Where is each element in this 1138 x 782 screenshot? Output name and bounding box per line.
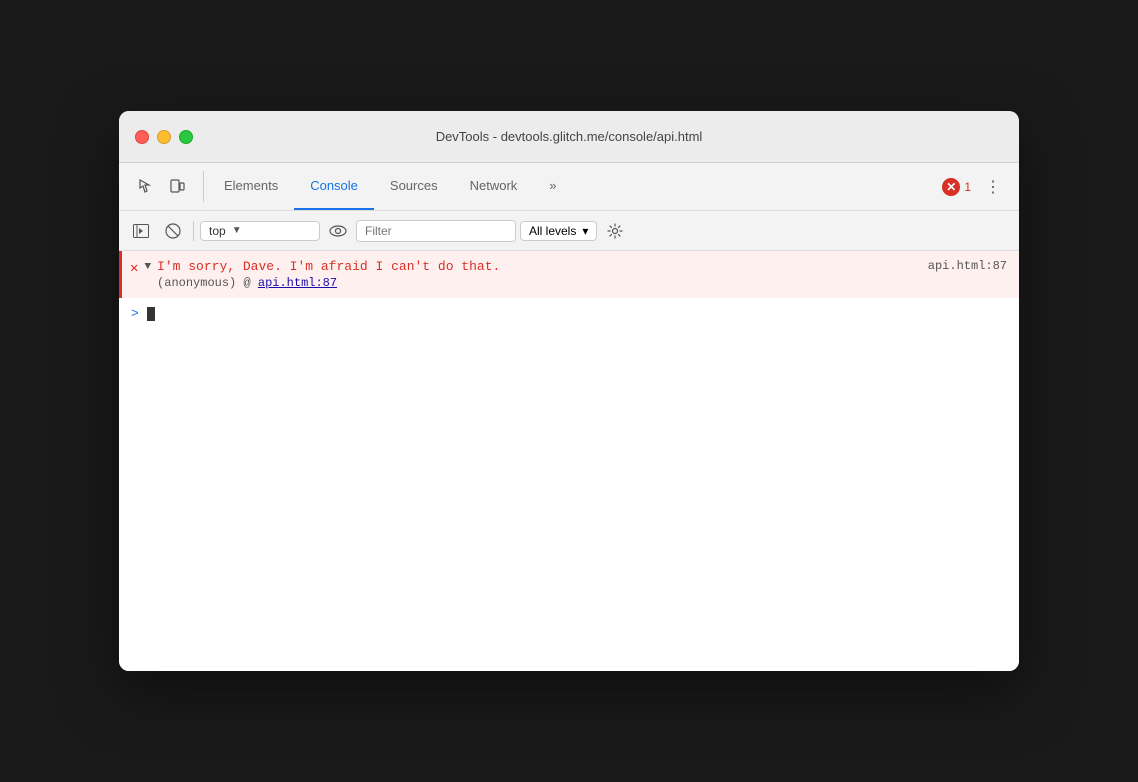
window-title: DevTools - devtools.glitch.me/console/ap… [436, 129, 703, 144]
tabs-bar: Elements Console Sources Network » ✕ 1 [119, 163, 1019, 211]
close-button[interactable] [135, 130, 149, 144]
more-tabs-icon: » [549, 178, 556, 193]
sidebar-toggle-button[interactable] [127, 217, 155, 245]
context-value: top [209, 224, 226, 238]
tab-network[interactable]: Network [454, 163, 534, 210]
more-options-button[interactable]: ⋮ [979, 173, 1007, 201]
filter-input[interactable] [356, 220, 516, 242]
console-content: ✕ ▼ api.html:87 I'm sorry, Dave. I'm afr… [119, 251, 1019, 671]
console-error-entry: ✕ ▼ api.html:87 I'm sorry, Dave. I'm afr… [119, 251, 1019, 298]
error-message: I'm sorry, Dave. I'm afraid I can't do t… [157, 259, 500, 274]
minimize-button[interactable] [157, 130, 171, 144]
error-body: api.html:87 I'm sorry, Dave. I'm afraid … [157, 259, 1007, 290]
console-prompt: > [131, 306, 139, 321]
tab-more[interactable]: » [533, 163, 572, 210]
error-badge-icon: ✕ [942, 178, 960, 196]
title-bar: DevTools - devtools.glitch.me/console/ap… [119, 111, 1019, 163]
context-selector[interactable]: top ▼ [200, 221, 320, 241]
toolbar-divider-1 [193, 221, 194, 241]
error-stack-link[interactable]: api.html:87 [258, 276, 337, 290]
tabs-right: ✕ 1 ⋮ [934, 163, 1015, 210]
error-entry-icon: ✕ [130, 260, 138, 277]
clear-console-button[interactable] [159, 217, 187, 245]
log-levels-selector[interactable]: All levels ▾ [520, 221, 597, 241]
inspect-element-button[interactable] [131, 173, 159, 201]
device-toggle-button[interactable] [163, 173, 191, 201]
error-stack: (anonymous) @ api.html:87 [157, 276, 1007, 290]
levels-label: All levels [529, 224, 576, 238]
error-expand-icon[interactable]: ▼ [144, 261, 151, 273]
tab-icons [123, 163, 199, 210]
tab-sources[interactable]: Sources [374, 163, 454, 210]
console-toolbar: top ▼ All levels ▾ [119, 211, 1019, 251]
console-settings-button[interactable] [601, 217, 629, 245]
devtools-window: DevTools - devtools.glitch.me/console/ap… [119, 111, 1019, 671]
maximize-button[interactable] [179, 130, 193, 144]
console-input-row[interactable]: > [119, 298, 1019, 329]
levels-arrow-icon: ▾ [582, 224, 588, 238]
error-count: 1 [964, 180, 971, 194]
tab-elements[interactable]: Elements [208, 163, 294, 210]
traffic-lights [135, 130, 193, 144]
live-expressions-button[interactable] [324, 217, 352, 245]
context-arrow-icon: ▼ [232, 225, 242, 236]
error-badge[interactable]: ✕ 1 [942, 178, 971, 196]
tabs-list: Elements Console Sources Network » [208, 163, 573, 210]
tab-divider [203, 171, 204, 202]
error-location[interactable]: api.html:87 [928, 259, 1007, 273]
tab-console[interactable]: Console [294, 163, 374, 210]
console-cursor [147, 307, 155, 321]
